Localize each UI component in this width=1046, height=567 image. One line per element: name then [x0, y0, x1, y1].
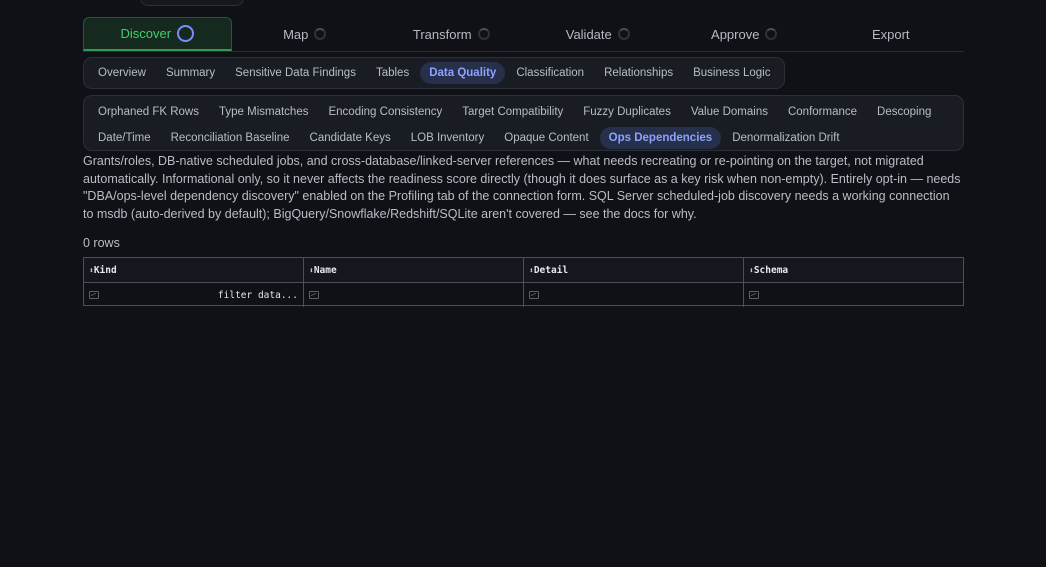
column-header-label: Name [313, 264, 337, 276]
sort-icon: ⬍ [309, 265, 314, 275]
filter-cell-kind[interactable]: filter data... [84, 283, 304, 307]
filter-image-icon [529, 291, 539, 299]
top-control-edge [140, 0, 244, 6]
secondary-tabs: Orphaned FK Rows Type Mismatches Encoding … [83, 95, 964, 151]
grid-header-row: ⬍ Kind ⬍ Name ⬍ Detail ⬍ Schema [84, 258, 963, 283]
tab-sensitive-data-findings[interactable]: Sensitive Data Findings [226, 62, 365, 84]
subtab-type-mismatches[interactable]: Type Mismatches [210, 101, 317, 123]
subtab-orphaned-fk-rows[interactable]: Orphaned FK Rows [89, 101, 208, 123]
step-label: Approve [711, 26, 760, 42]
sort-icon: ⬍ [89, 265, 94, 275]
data-grid: ⬍ Kind ⬍ Name ⬍ Detail ⬍ Schema filter data... [83, 257, 964, 307]
spinner-icon [765, 28, 778, 40]
filter-image-icon [309, 291, 319, 299]
tab-business-logic[interactable]: Business Logic [684, 62, 779, 84]
column-header-label: Kind [93, 264, 117, 276]
grid-filter-row: filter data... [84, 283, 963, 307]
subtab-target-compatibility[interactable]: Target Compatibility [453, 101, 572, 123]
step-label: Export [871, 26, 910, 42]
subtab-date-time[interactable]: Date/Time [89, 127, 160, 149]
subtab-encoding-consistency[interactable]: Encoding Consistency [319, 101, 451, 123]
column-header-label: Detail [533, 264, 569, 276]
secondary-tabs-row-2: Date/Time Reconciliation Baseline Candidat… [88, 125, 959, 150]
filter-input-placeholder[interactable]: filter data... [218, 290, 298, 301]
progress-ring-icon [177, 25, 195, 42]
row-count: 0 rows [83, 236, 120, 250]
subtab-value-domains[interactable]: Value Domains [682, 101, 777, 123]
secondary-tabs-row-1: Orphaned FK Rows Type Mismatches Encoding … [88, 99, 959, 124]
tab-data-quality[interactable]: Data Quality [420, 62, 506, 84]
subtab-descoping[interactable]: Descoping [868, 101, 940, 123]
step-approve[interactable]: Approve [671, 17, 818, 51]
subtab-conformance[interactable]: Conformance [779, 101, 866, 123]
tab-overview[interactable]: Overview [89, 62, 155, 84]
filter-cell-name[interactable] [304, 283, 524, 307]
step-label: Discover [120, 26, 172, 41]
step-discover[interactable]: Discover [83, 17, 232, 51]
subtab-lob-inventory[interactable]: LOB Inventory [402, 127, 494, 149]
spinner-icon [314, 28, 327, 40]
filter-cell-schema[interactable] [744, 283, 963, 307]
tab-tables[interactable]: Tables [367, 62, 418, 84]
tab-relationships[interactable]: Relationships [595, 62, 682, 84]
column-header-schema[interactable]: ⬍ Schema [744, 258, 963, 282]
sort-icon: ⬍ [749, 265, 754, 275]
section-description: Grants/roles, DB-native scheduled jobs, … [83, 154, 961, 221]
column-header-detail[interactable]: ⬍ Detail [524, 258, 744, 282]
subtab-fuzzy-duplicates[interactable]: Fuzzy Duplicates [574, 101, 680, 123]
workflow-stepper: Discover Map Transform Validate Approve Expor… [83, 17, 964, 52]
step-label: Map [283, 26, 309, 42]
subtab-ops-dependencies[interactable]: Ops Dependencies [599, 126, 722, 149]
tab-classification[interactable]: Classification [507, 62, 593, 84]
filter-image-icon [89, 291, 99, 299]
step-label: Validate [565, 26, 612, 42]
tab-summary[interactable]: Summary [157, 62, 224, 84]
spinner-icon [617, 28, 630, 40]
column-header-kind[interactable]: ⬍ Kind [84, 258, 304, 282]
step-map[interactable]: Map [232, 17, 379, 51]
filter-image-icon [749, 291, 759, 299]
subtab-opaque-content[interactable]: Opaque Content [495, 127, 597, 149]
primary-tabs: Overview Summary Sensitive Data Findings Ta… [83, 57, 786, 89]
step-transform[interactable]: Transform [378, 17, 525, 51]
column-header-name[interactable]: ⬍ Name [304, 258, 524, 282]
subtab-candidate-keys[interactable]: Candidate Keys [301, 127, 400, 149]
filter-cell-detail[interactable] [524, 283, 744, 307]
subtab-denormalization-drift[interactable]: Denormalization Drift [723, 127, 848, 149]
subtab-reconciliation-baseline[interactable]: Reconciliation Baseline [162, 127, 299, 149]
step-validate[interactable]: Validate [525, 17, 672, 51]
spinner-icon [477, 28, 490, 40]
step-label: Transform [412, 26, 472, 42]
step-export[interactable]: Export [818, 17, 965, 51]
sort-icon: ⬍ [529, 265, 534, 275]
column-header-label: Schema [753, 264, 789, 276]
